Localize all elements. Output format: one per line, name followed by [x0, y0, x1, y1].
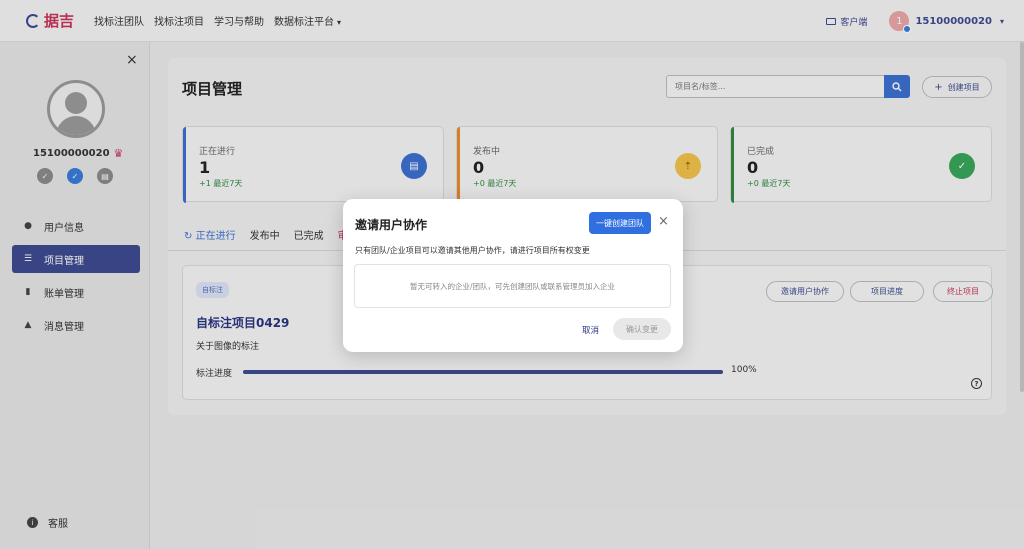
cancel-button[interactable]: 取消 — [582, 324, 599, 336]
close-icon[interactable]: × — [658, 214, 669, 229]
invite-modal: 邀请用户协作 一键创建团队 × 只有团队/企业项目可以邀请其他用户协作，请进行项… — [343, 199, 683, 352]
modal-title: 邀请用户协作 — [355, 218, 428, 232]
empty-team-list: 暂无可转入的企业/团队，可先创建团队或联系管理员加入企业 — [354, 264, 671, 308]
modal-description: 只有团队/企业项目可以邀请其他用户协作，请进行项目所有权变更 — [355, 246, 590, 255]
create-team-button[interactable]: 一键创建团队 — [589, 212, 651, 234]
confirm-change-button[interactable]: 确认变更 — [613, 318, 671, 340]
empty-state-text: 暂无可转入的企业/团队，可先创建团队或联系管理员加入企业 — [409, 281, 616, 291]
